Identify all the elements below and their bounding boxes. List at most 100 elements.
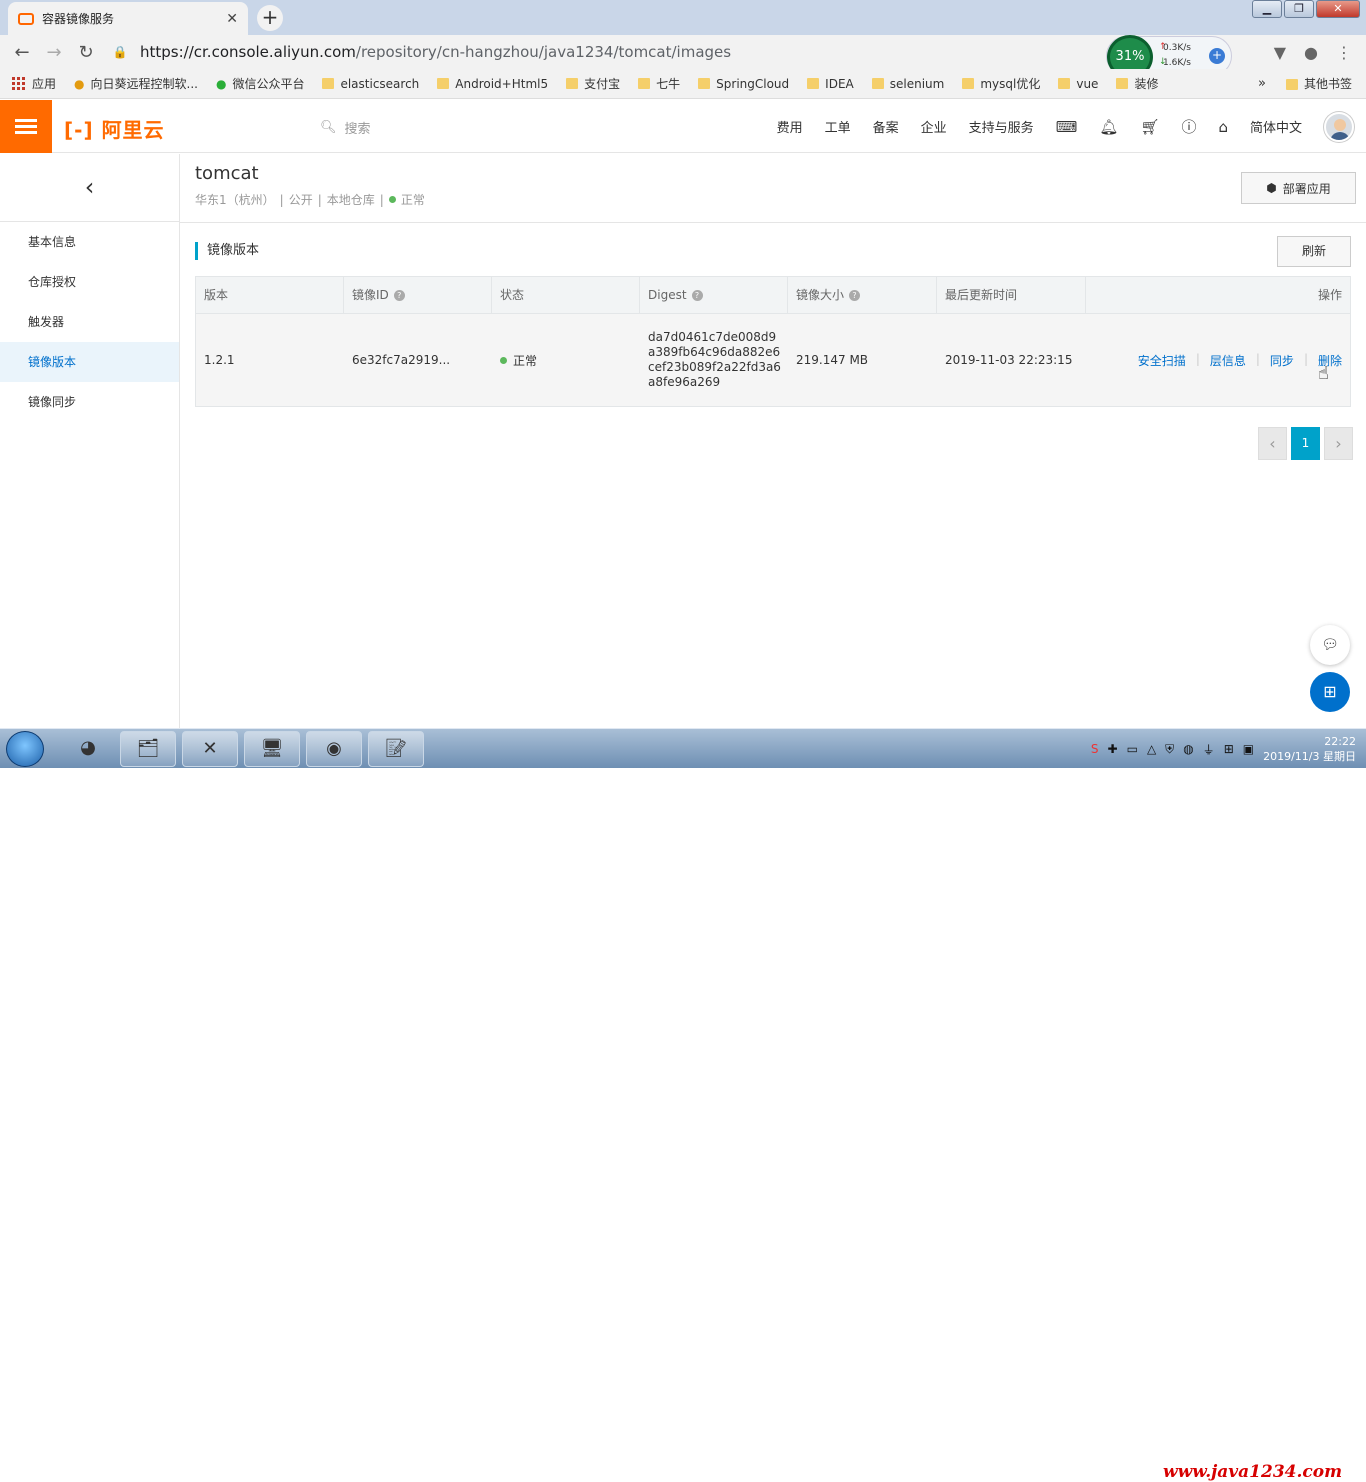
sidebar-item-triggers[interactable]: 触发器 bbox=[0, 302, 179, 342]
avatar[interactable] bbox=[1324, 111, 1354, 142]
help-icon[interactable]: ? bbox=[849, 289, 861, 301]
address-bar[interactable]: 🔒 https://cr.console.aliyun.com/reposito… bbox=[110, 39, 1110, 65]
bookmark-folder[interactable]: vue bbox=[1058, 77, 1098, 91]
profile-icon[interactable]: ● bbox=[1304, 43, 1318, 62]
minimize-button[interactable]: ▁ bbox=[1252, 0, 1282, 18]
status-dot-icon bbox=[500, 356, 507, 364]
help-icon[interactable]: ? bbox=[393, 289, 405, 301]
cart-icon[interactable]: 🛒︎ bbox=[1140, 118, 1159, 136]
apps-grid-icon[interactable]: ⊞ bbox=[1310, 672, 1350, 712]
header-label: 最后更新时间 bbox=[945, 288, 1018, 302]
extension-v-icon[interactable]: ▼ bbox=[1274, 43, 1286, 62]
nav-support[interactable]: 支持与服务 bbox=[969, 117, 1034, 136]
bookmark-folder[interactable]: mysql优化 bbox=[962, 75, 1040, 92]
status-dot-icon bbox=[388, 196, 396, 203]
monitor-icon[interactable]: ▣ bbox=[1243, 742, 1254, 756]
repo-status: 正常 bbox=[400, 193, 425, 207]
app-x-icon[interactable]: ✕ bbox=[182, 731, 238, 767]
taskbar: ◕ 🗂︎ ✕ 🖥︎ ◉ 📝︎ S ✚ ▭ △ ⛨ ◍ ⏚ ⊞ ▣ 22:22 2… bbox=[0, 728, 1366, 1482]
bookmark-label: 其他书签 bbox=[1303, 77, 1352, 91]
shield-icon[interactable]: ⛨ bbox=[1165, 742, 1174, 757]
folder-icon bbox=[1116, 78, 1129, 89]
header-label: 版本 bbox=[204, 288, 229, 302]
bookmark-label: 向日葵远程控制软... bbox=[90, 77, 198, 91]
antivirus-icon[interactable]: ◍ bbox=[1183, 742, 1193, 756]
maximize-button[interactable]: ❐ bbox=[1284, 0, 1314, 18]
notepad-icon[interactable]: 📝︎ bbox=[368, 731, 424, 767]
repo-visibility: 公开 bbox=[288, 193, 313, 207]
folder-icon bbox=[807, 78, 820, 89]
prev-page-icon[interactable]: ‹ bbox=[1258, 427, 1287, 460]
close-window-button[interactable]: ✕ bbox=[1316, 0, 1360, 18]
clock[interactable]: 22:22 2019/11/3 星期日 bbox=[1263, 734, 1356, 764]
sidebar-item-image-sync[interactable]: 镜像同步 bbox=[0, 382, 179, 422]
bookmark-other[interactable]: 其他书签 bbox=[1285, 69, 1352, 99]
help-icon[interactable]: ? bbox=[691, 289, 703, 301]
console-search[interactable]: 🔍︎ 搜索 bbox=[320, 118, 371, 137]
browser-tab[interactable]: 容器镜像服务 ✕ bbox=[8, 2, 248, 35]
hamburger-menu-button[interactable] bbox=[0, 100, 52, 153]
bookmark-apps[interactable]: 应用 bbox=[12, 75, 56, 92]
explorer-icon[interactable]: 🗂︎ bbox=[120, 731, 176, 767]
refresh-button[interactable]: 刷新 bbox=[1277, 236, 1351, 267]
close-tab-icon[interactable]: ✕ bbox=[226, 11, 238, 27]
page-number[interactable]: 1 bbox=[1291, 427, 1320, 460]
bookmark-wechat[interactable]: ● 微信公众平台 bbox=[216, 75, 305, 92]
menu-dots-icon[interactable]: ⋮ bbox=[1336, 43, 1352, 62]
separator: | bbox=[379, 192, 384, 207]
sync-link[interactable]: 同步 bbox=[1270, 352, 1294, 369]
bookmark-folder[interactable]: 七牛 bbox=[638, 75, 680, 92]
back-chevron-icon[interactable]: ‹ bbox=[0, 154, 179, 222]
notification-icon[interactable]: △ bbox=[1147, 742, 1156, 756]
new-tab-button[interactable]: + bbox=[257, 5, 283, 31]
display-icon[interactable]: ▭ bbox=[1127, 742, 1138, 756]
bookmark-folder[interactable]: 支付宝 bbox=[566, 75, 620, 92]
net-up: 0.3K/s bbox=[1163, 43, 1191, 53]
bookmark-folder[interactable]: SpringCloud bbox=[698, 77, 789, 91]
sidebar-item-image-versions[interactable]: 镜像版本 bbox=[0, 342, 179, 382]
folder-icon bbox=[962, 78, 975, 89]
tray-app-icon[interactable]: ✚ bbox=[1108, 742, 1118, 756]
deploy-app-button[interactable]: ⬢ 部署应用 bbox=[1241, 172, 1356, 204]
url-host: https://cr.console.aliyun.com bbox=[140, 43, 356, 61]
media-player-icon[interactable]: ◕ bbox=[60, 731, 116, 767]
reload-icon[interactable]: ↻ bbox=[70, 42, 102, 63]
bookmark-folder[interactable]: 装修 bbox=[1116, 75, 1158, 92]
sogou-icon[interactable]: S bbox=[1091, 742, 1099, 756]
chrome-icon[interactable]: ◉ bbox=[306, 731, 362, 767]
chat-icon[interactable]: 💬︎ bbox=[1310, 625, 1350, 665]
start-button[interactable] bbox=[6, 731, 44, 767]
forward-arrow-icon[interactable]: → bbox=[38, 42, 70, 63]
nav-billing[interactable]: 费用 bbox=[777, 117, 803, 136]
bookmarks-more-icon[interactable]: » bbox=[1258, 69, 1266, 99]
bookmark-sunflower[interactable]: ● 向日葵远程控制软... bbox=[74, 75, 198, 92]
sidebar-item-basic-info[interactable]: 基本信息 bbox=[0, 222, 179, 262]
table-header: 版本 镜像ID? 状态 Digest? 镜像大小? 最后更新时间 操作 bbox=[195, 276, 1351, 314]
nav-icp[interactable]: 备案 bbox=[873, 117, 899, 136]
remote-desktop-icon[interactable]: 🖥︎ bbox=[244, 731, 300, 767]
sidebar-item-authorization[interactable]: 仓库授权 bbox=[0, 262, 179, 302]
bookmark-folder[interactable]: elasticsearch bbox=[322, 77, 419, 91]
home-icon[interactable]: ⌂ bbox=[1218, 118, 1228, 136]
plus-icon[interactable]: + bbox=[1209, 48, 1225, 64]
clock-time: 22:22 bbox=[1324, 735, 1356, 748]
bell-icon[interactable]: 🔔︎ bbox=[1099, 118, 1118, 136]
bookmark-folder[interactable]: selenium bbox=[871, 76, 945, 91]
lock-icon: 🔒 bbox=[112, 45, 128, 59]
nav-tickets[interactable]: 工单 bbox=[825, 117, 851, 136]
back-arrow-icon[interactable]: ← bbox=[6, 42, 38, 63]
bookmark-label: selenium bbox=[889, 76, 945, 91]
usb-icon[interactable]: ⏚ bbox=[1203, 741, 1215, 758]
separator: | bbox=[1195, 351, 1200, 366]
terminal-icon[interactable]: ⌨ bbox=[1056, 118, 1078, 136]
layer-info-link[interactable]: 层信息 bbox=[1210, 352, 1246, 369]
next-page-icon[interactable]: › bbox=[1324, 427, 1353, 460]
nav-enterprise[interactable]: 企业 bbox=[921, 117, 947, 136]
security-scan-link[interactable]: 安全扫描 bbox=[1138, 352, 1186, 369]
bookmark-folder[interactable]: IDEA bbox=[807, 77, 854, 91]
network-icon[interactable]: ⊞ bbox=[1224, 742, 1234, 756]
help-icon[interactable]: ⓘ bbox=[1181, 116, 1196, 137]
bookmark-folder[interactable]: Android+Html5 bbox=[437, 77, 548, 91]
language-switch[interactable]: 简体中文 bbox=[1250, 117, 1302, 136]
aliyun-logo[interactable]: [-] 阿里云 bbox=[64, 114, 165, 143]
